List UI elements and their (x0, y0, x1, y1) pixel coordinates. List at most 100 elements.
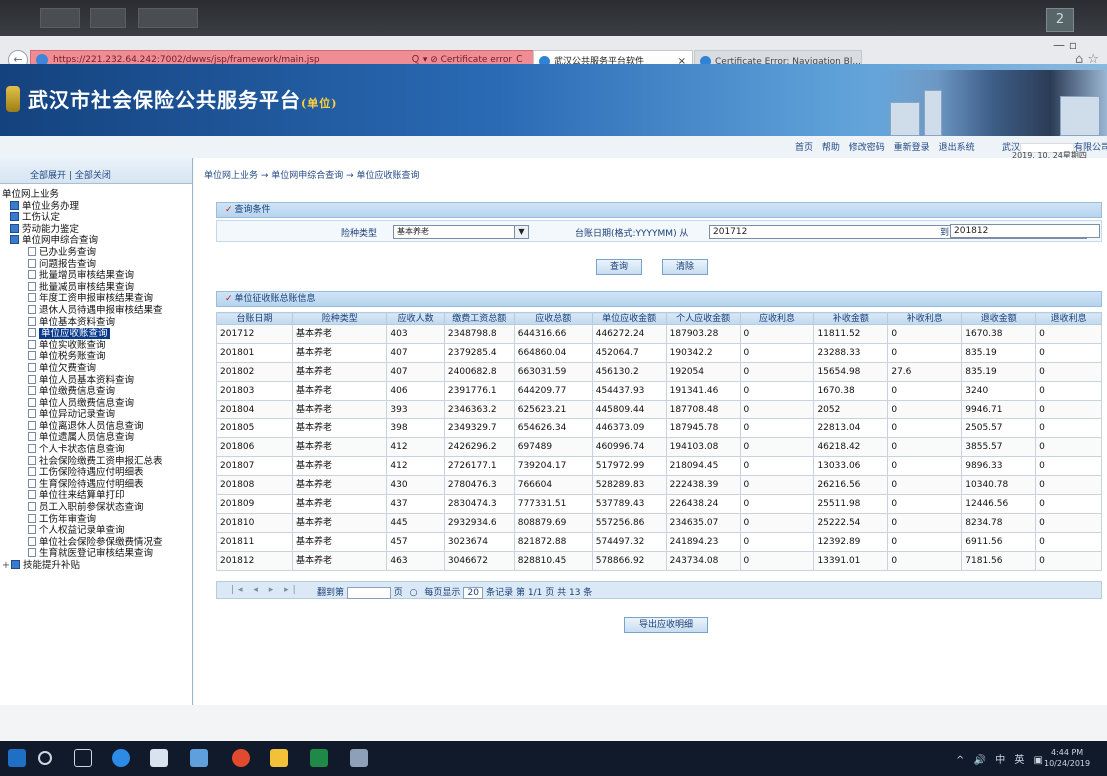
sidebar-item[interactable]: 批量减员审核结果查询 (0, 281, 192, 294)
chevron-down-icon[interactable]: ▼ (514, 226, 528, 238)
sidebar-item[interactable]: 个人卡状态信息查询 (0, 444, 192, 456)
link-help[interactable]: 帮助 (822, 143, 840, 153)
expand-all-link[interactable]: 全部展开 (30, 171, 66, 181)
goto-page-input[interactable] (346, 586, 391, 599)
link-change-password[interactable]: 修改密码 (849, 143, 885, 153)
table-cell: 644209.77 (513, 380, 593, 401)
app-icon[interactable] (150, 749, 168, 767)
table-row[interactable]: 201805 基本养老 398 2349329.7 654626.34 446373.09… (216, 418, 1102, 439)
table-cell: 557256.86 (591, 512, 667, 533)
table-row[interactable]: 201811 基本养老 457 3023674 821872.88 574497.32 24… (216, 531, 1102, 552)
tree-root[interactable]: 单位网上业务 (0, 189, 192, 201)
sidebar-item-label: 已办业务查询 (39, 246, 97, 258)
system-tray[interactable]: ^ 🔊 中 英 ▣ (956, 751, 1046, 766)
network-app-icon[interactable] (190, 749, 208, 767)
sidebar-item[interactable]: 单位社会保险参保缴费情况查 (0, 536, 192, 549)
collapse-all-link[interactable]: 全部关闭 (75, 171, 111, 181)
app-icon[interactable] (350, 749, 368, 767)
sidebar-item[interactable]: 问题报告查询 (0, 258, 192, 271)
sidebar-item[interactable]: 退休人员待遇申报审核结果查 (0, 304, 192, 317)
clock[interactable]: 4:44 PM 10/24/2019 (1044, 747, 1090, 769)
sidebar-item[interactable]: 批量增员审核结果查询 (0, 270, 192, 282)
sidebar-item[interactable]: 单位离退休人员信息查询 (0, 420, 192, 433)
pager-nav-icons[interactable]: |◂ ◂ ▸ ▸| (231, 585, 300, 595)
insurance-type-select[interactable]: 基本养老 ▼ (393, 225, 529, 239)
tree-group-query[interactable]: 单位网申综合查询 (0, 235, 192, 247)
sidebar-item[interactable]: 单位异动记录查询 (0, 409, 192, 421)
table-row[interactable]: 201808 基本养老 430 2780476.3 766604 528289.83 222… (216, 475, 1102, 496)
column-header: 退收金额 (961, 312, 1037, 325)
sidebar-item-label: 单位社会保险参保缴费情况查 (39, 536, 163, 548)
sidebar-item[interactable]: 单位应收账查询 (0, 328, 192, 340)
sidebar-item[interactable]: 个人权益记录单查询 (0, 525, 192, 537)
sidebar-item[interactable]: 单位基本资料查询 (0, 316, 192, 329)
excel-icon[interactable] (310, 749, 328, 767)
table-cell: 基本养老 (291, 324, 388, 344)
tree-group-injury[interactable]: 工伤认定 (0, 212, 192, 224)
date-to-input[interactable]: 201812 (950, 224, 1100, 238)
header-photo (880, 70, 1107, 136)
sidebar-item[interactable]: 单位税务账查询 (0, 351, 192, 363)
sidebar-item[interactable]: 单位实收账查询 (0, 339, 192, 352)
table-cell: 0 (1035, 380, 1102, 401)
export-details-button[interactable]: 导出应收明细 (624, 617, 708, 633)
table-cell: 基本养老 (291, 418, 388, 439)
table-row[interactable]: 201803 基本养老 406 2391776.1 644209.77 454437.93… (216, 380, 1102, 401)
table-row[interactable]: 201802 基本养老 407 2400682.8 663031.59 456130.2 1… (216, 361, 1102, 382)
sidebar-item[interactable]: 单位遗属人员信息查询 (0, 432, 192, 444)
table-row[interactable]: 201804 基本养老 393 2346363.2 625623.21 445809.44… (216, 399, 1102, 420)
table-row[interactable]: 201810 基本养老 445 2932934.6 808879.69 557256.86… (216, 512, 1102, 533)
table-row[interactable]: 201712 基本养老 403 2348798.8 644316.66 446272.24… (216, 324, 1102, 344)
tree-group-ability[interactable]: 劳动能力鉴定 (0, 223, 192, 236)
table-cell: 821872.88 (513, 531, 593, 552)
sidebar-item[interactable]: 生育保险待遇应付明细表 (0, 478, 192, 491)
expand-icon[interactable]: + (2, 560, 11, 572)
table-cell: 574497.32 (591, 531, 667, 552)
table-cell: 2346363.2 (443, 399, 515, 420)
tree-group-skill-subsidy[interactable]: + 技能提升补贴 (0, 560, 192, 572)
sidebar-item[interactable]: 单位欠费查询 (0, 362, 192, 375)
sidebar-item[interactable]: 生育就医登记审核结果查询 (0, 548, 192, 560)
link-home[interactable]: 首页 (795, 143, 813, 153)
sidebar-item[interactable]: 社会保险缴费工资申报汇总表 (0, 455, 192, 468)
summary-section-header: ✓ 单位征收账总账信息 (216, 291, 1102, 307)
sidebar-item[interactable]: 单位往来结算单打印 (0, 490, 192, 502)
window-controls[interactable]: — ▫ (1053, 38, 1077, 52)
link-logout[interactable]: 退出系统 (939, 143, 975, 153)
sidebar-item[interactable]: 已办业务查询 (0, 246, 192, 259)
sidebar-item[interactable]: 工伤保险待遇应付明细表 (0, 467, 192, 479)
table-row[interactable]: 201812 基本养老 463 3046672 828810.45 578866.92 24… (216, 550, 1102, 571)
building-shape (890, 102, 920, 136)
refresh-icon[interactable]: ○ (410, 588, 418, 598)
table-cell: 2726177.1 (443, 456, 515, 477)
sidebar-item[interactable]: 年度工资申报审核结果查询 (0, 293, 192, 305)
ie-icon[interactable] (112, 749, 130, 767)
chrome-icon[interactable] (232, 749, 250, 767)
task-view-icon[interactable] (74, 749, 92, 767)
table-row[interactable]: 201806 基本养老 412 2426296.2 697489 460996.74 194… (216, 437, 1102, 458)
tree-group-label: 单位业务办理 (22, 200, 80, 212)
sidebar-item[interactable]: 工伤年审查询 (0, 513, 192, 526)
table-cell: 437 (386, 494, 445, 514)
column-header: 单位应收金额 (591, 312, 667, 325)
sidebar-item[interactable]: 单位人员缴费信息查询 (0, 397, 192, 410)
folder-icon[interactable] (270, 749, 288, 767)
query-button[interactable]: 查询 (596, 259, 642, 275)
search-icon[interactable] (38, 751, 52, 765)
table-row[interactable]: 201801 基本养老 407 2379285.4 664860.04 452064.7 1… (216, 342, 1102, 363)
main-content: 单位网上业务 → 单位网申综合查询 → 单位应收账查询 ✓ 查询条件 险种类型 基… (194, 158, 1107, 705)
link-relogin[interactable]: 重新登录 (894, 143, 930, 153)
sidebar-item[interactable]: 员工入职前参保状态查询 (0, 502, 192, 514)
monitor-bezel: 2 (0, 0, 1107, 36)
sidebar-item[interactable]: 单位缴费信息查询 (0, 386, 192, 398)
tree-group-business[interactable]: 单位业务办理 (0, 200, 192, 213)
per-page-input[interactable]: 20 (463, 586, 484, 599)
start-icon[interactable] (8, 749, 26, 767)
table-row[interactable]: 201807 基本养老 412 2726177.1 739204.17 517972.99… (216, 456, 1102, 477)
table-cell: 2052 (813, 399, 889, 420)
clear-button[interactable]: 清除 (662, 259, 708, 275)
table-row[interactable]: 201809 基本养老 437 2830474.3 777331.51 537789.43… (216, 494, 1102, 514)
tree-group-label: 工伤认定 (22, 212, 61, 224)
table-cell: 23288.33 (813, 342, 889, 363)
sidebar-item[interactable]: 单位人员基本资料查询 (0, 374, 192, 387)
